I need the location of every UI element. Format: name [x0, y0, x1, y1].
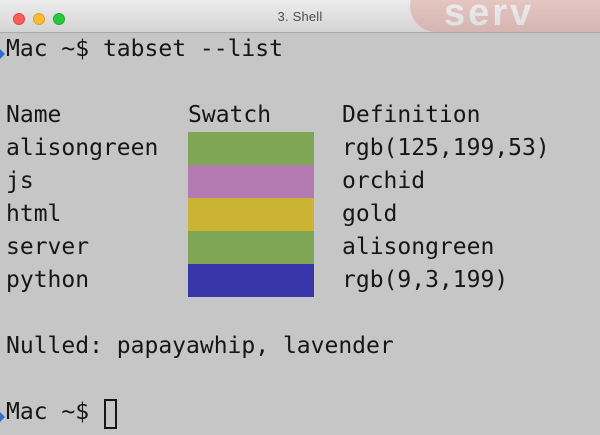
color-swatch — [188, 198, 314, 231]
row-name: alisongreen — [6, 135, 159, 161]
row-definition: orchid — [342, 168, 426, 194]
window-title: 3. Shell — [277, 9, 323, 24]
command-text: tabset --list — [102, 36, 283, 62]
swatch-column-header: Swatch — [188, 102, 272, 128]
terminal-output[interactable]: Mac ~$ tabset --list Name Swatch Definit… — [0, 33, 600, 435]
final-prompt: Mac ~$ — [6, 399, 90, 425]
window-titlebar[interactable]: serv 3. Shell — [0, 0, 600, 33]
definition-column-header: Definition — [342, 102, 481, 128]
color-swatch — [188, 132, 314, 165]
prompt: Mac ~$ — [6, 36, 90, 62]
row-name: server — [6, 234, 90, 260]
text-cursor[interactable] — [104, 399, 117, 429]
nulled-line: Nulled: papayawhip, lavender — [6, 333, 394, 359]
color-swatch — [188, 264, 314, 297]
row-definition: alisongreen — [342, 234, 495, 260]
row-definition: rgb(125,199,53) — [342, 135, 550, 161]
command-line: Mac ~$ tabset --list — [6, 33, 283, 66]
color-swatch — [188, 165, 314, 198]
row-definition: rgb(9,3,199) — [342, 267, 509, 293]
row-name: html — [6, 201, 62, 227]
row-name: python — [6, 267, 90, 293]
row-name: js — [6, 168, 34, 194]
prompt-marker-icon — [0, 412, 5, 422]
prompt-marker-icon — [0, 49, 5, 59]
color-swatch — [188, 231, 314, 264]
name-column-header: Name — [6, 102, 62, 128]
row-definition: gold — [342, 201, 398, 227]
